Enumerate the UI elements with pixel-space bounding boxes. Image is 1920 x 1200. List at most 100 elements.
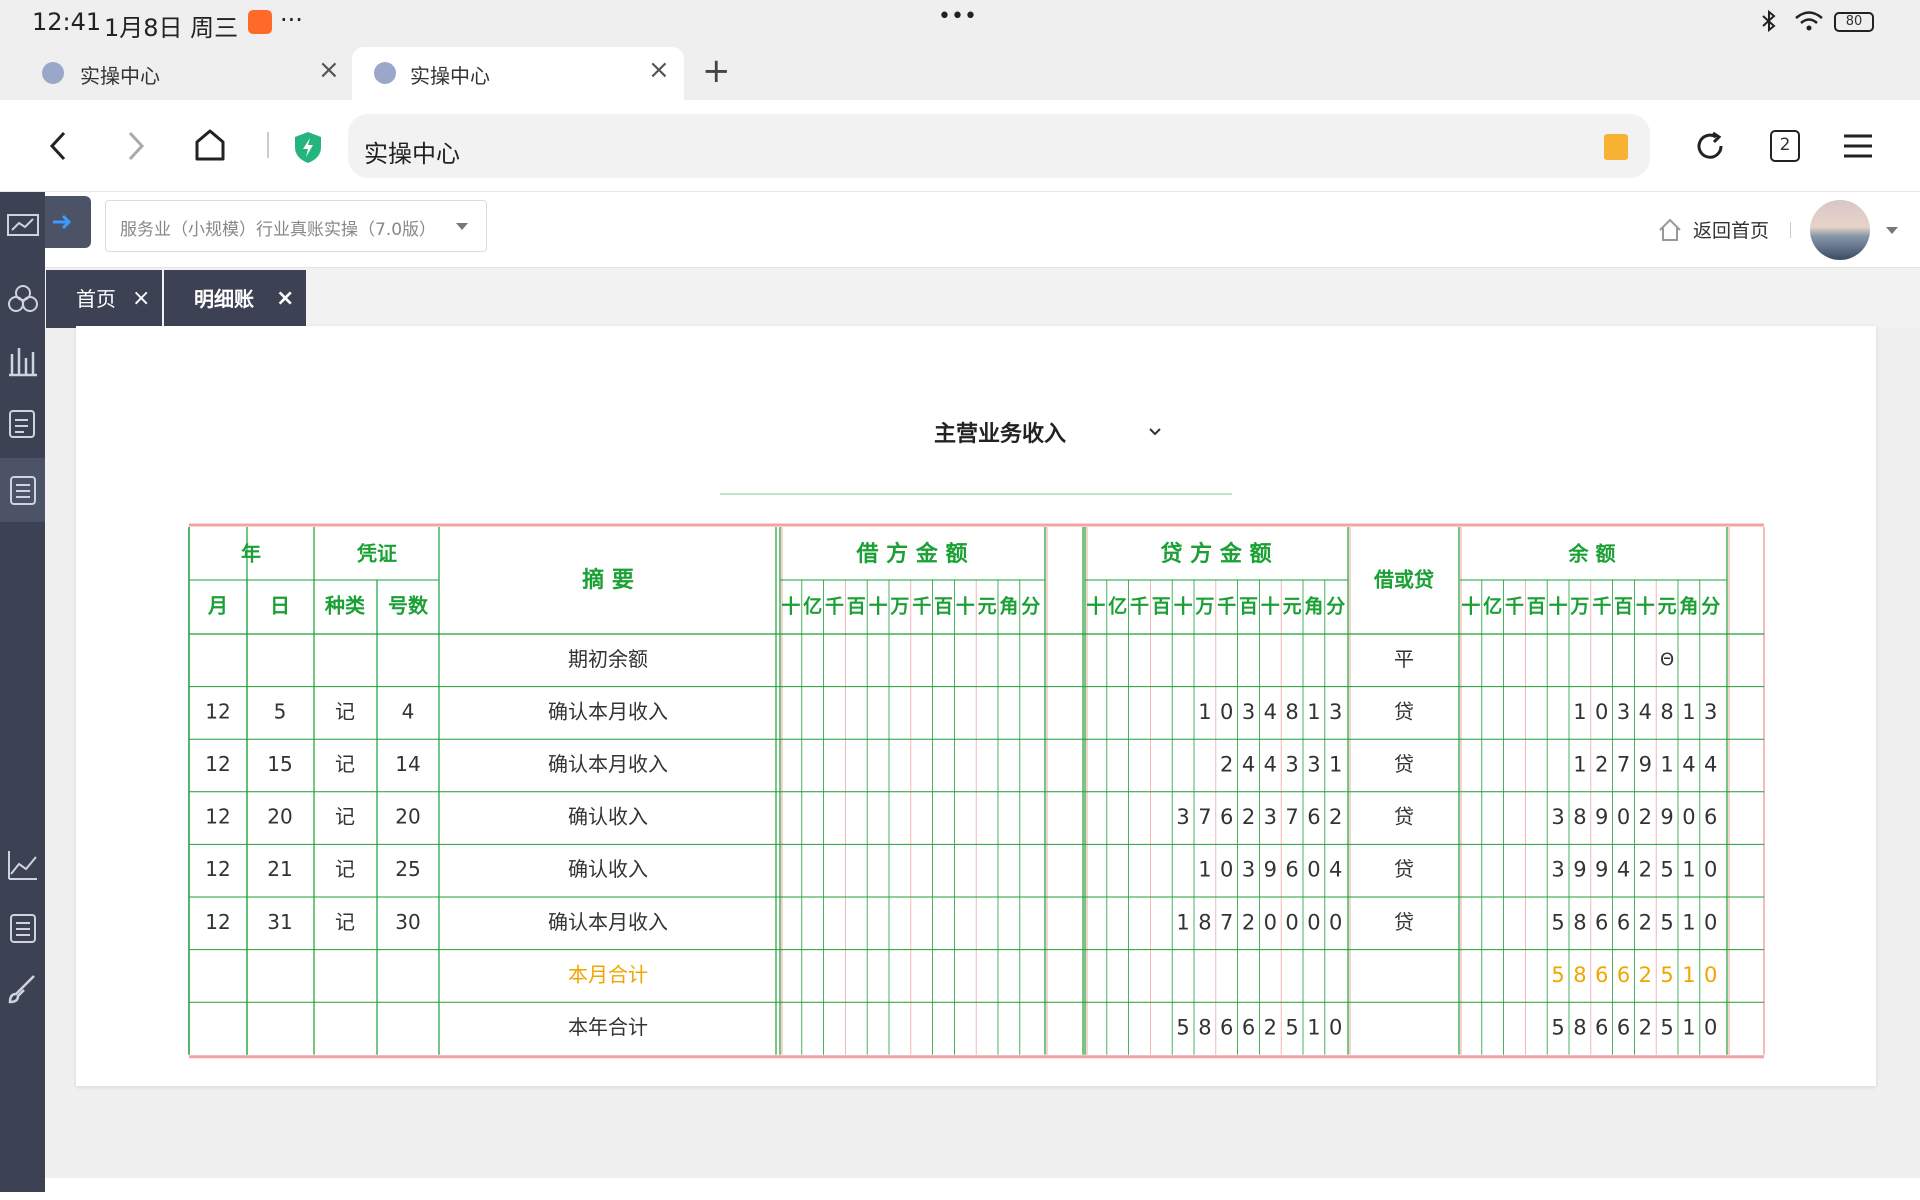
chevron-down-icon[interactable] [1886, 227, 1898, 234]
cell-type: 记 [335, 805, 355, 829]
close-icon[interactable]: × [648, 55, 670, 85]
refresh-icon[interactable] [1694, 130, 1726, 162]
cell-direction: 贷 [1394, 910, 1414, 934]
amount-digit: 7 [1285, 805, 1298, 829]
amount-digit: 4 [1329, 858, 1342, 882]
app-sidebar [0, 192, 45, 1192]
brush-icon[interactable] [6, 972, 40, 1006]
amount-digit: 5 [1660, 1016, 1673, 1040]
collapse-sidebar-icon[interactable] [45, 196, 91, 248]
amount-digit: 7 [1220, 910, 1233, 934]
tab-home[interactable]: 首页 × [46, 270, 162, 328]
forward-icon[interactable] [126, 130, 146, 162]
new-tab-icon[interactable]: + [702, 51, 731, 91]
amount-digit: 5 [1660, 910, 1673, 934]
sidebar-item-active[interactable] [0, 458, 45, 522]
home-link[interactable]: 返回首页 [1693, 216, 1769, 243]
digit-header: 十 [1549, 595, 1568, 618]
amount-digit: 6 [1617, 910, 1630, 934]
circles-icon[interactable] [6, 282, 40, 316]
header-voucher: 凭证 [356, 542, 397, 566]
chevron-down-icon[interactable] [1148, 424, 1162, 438]
cell-day: 5 [274, 699, 287, 723]
amount-digit: 0 [1220, 858, 1233, 882]
back-icon[interactable] [48, 130, 68, 162]
cell-num: 14 [395, 752, 420, 776]
amount-digit: 3 [1551, 858, 1564, 882]
amount-digit: Θ [1660, 649, 1674, 670]
amount-digit: 6 [1285, 858, 1298, 882]
amount-digit: 0 [1682, 805, 1695, 829]
amount-digit: 9 [1573, 858, 1586, 882]
amount-digit: 3 [1242, 700, 1255, 724]
amount-digit: 6 [1617, 1016, 1630, 1040]
address-bar[interactable]: 实操中心 [348, 114, 1650, 178]
close-icon[interactable]: × [132, 270, 150, 328]
digit-header: 十 [1086, 595, 1105, 618]
close-icon[interactable]: × [318, 55, 340, 85]
digit-header: 百 [1239, 596, 1258, 618]
amount-digit: 4 [1682, 753, 1695, 777]
amount-digit: 0 [1307, 858, 1320, 882]
amount-digit: 0 [1704, 1016, 1717, 1040]
digit-header: 元 [978, 596, 997, 618]
header-num: 号数 [388, 594, 429, 618]
amount-digit: 1 [1682, 1016, 1695, 1040]
window-menu-dots[interactable]: ••• [938, 4, 977, 29]
home-icon[interactable] [194, 128, 226, 162]
amount-digit: 1 [1682, 700, 1695, 724]
course-select[interactable]: 服务业（小规模）行业真账实操（7.0版） [105, 200, 487, 252]
digit-header: 千 [912, 596, 931, 618]
amount-digit: 1 [1307, 1016, 1320, 1040]
toolbar-divider [267, 132, 269, 158]
menu-icon[interactable] [1844, 134, 1872, 158]
avatar[interactable] [1810, 200, 1870, 260]
cell-month: 12 [205, 805, 230, 829]
account-title[interactable]: 主营业务收入 [900, 416, 1100, 448]
digit-header: 千 [825, 596, 844, 618]
status-bar: 12:41 1月8日 周三 ··· ••• 80 [0, 0, 1920, 45]
amount-digit: 2 [1639, 1016, 1652, 1040]
digit-header: 元 [1658, 596, 1677, 618]
amount-digit: 1 [1198, 858, 1211, 882]
presentation-icon[interactable] [6, 210, 40, 244]
home-outline-icon[interactable] [1658, 218, 1682, 242]
amount-digit: 1 [1660, 753, 1673, 777]
digit-header: 分 [1021, 596, 1040, 618]
browser-toolbar: 实操中心 2 [0, 100, 1920, 192]
browser-tab-active[interactable]: 实操中心 × [352, 47, 684, 100]
bar-chart-icon[interactable] [6, 344, 40, 378]
status-date: 1月8日 周三 [104, 14, 239, 42]
line-chart-icon[interactable] [6, 848, 40, 882]
header-year: 年 [241, 542, 261, 566]
amount-digit: 0 [1307, 910, 1320, 934]
amount-digit: 3 [1176, 805, 1189, 829]
amount-digit: 3 [1264, 805, 1277, 829]
amount-digit: 6 [1617, 963, 1630, 987]
cell-summary: 确认本月收入 [548, 752, 668, 776]
close-icon[interactable]: × [276, 270, 294, 328]
amount-digit: 5 [1551, 1016, 1564, 1040]
amount-digit: 9 [1595, 858, 1608, 882]
clipboard-list-icon[interactable] [6, 910, 40, 944]
status-more: ··· [280, 6, 303, 34]
cell-summary: 确认收入 [568, 805, 648, 829]
tab-count-button[interactable]: 2 [1770, 130, 1800, 162]
cell-month: 12 [205, 910, 230, 934]
tab-detail-ledger[interactable]: 明细账 × [164, 270, 306, 328]
app-header: 服务业（小规模）行业真账实操（7.0版） 返回首页 [45, 192, 1920, 268]
shield-icon[interactable] [292, 130, 324, 164]
amount-digit: 8 [1660, 700, 1673, 724]
digit-header: 十 [781, 595, 800, 618]
amount-digit: 8 [1198, 910, 1211, 934]
amount-digit: 0 [1617, 805, 1630, 829]
link-favicon-icon [42, 62, 64, 84]
cell-month: 12 [205, 699, 230, 723]
amount-digit: 5 [1660, 963, 1673, 987]
notes-icon[interactable] [6, 406, 40, 440]
amount-digit: 3 [1329, 700, 1342, 724]
amount-digit: 6 [1595, 910, 1608, 934]
browser-tab[interactable]: 实操中心 × [0, 45, 350, 100]
amount-digit: 2 [1639, 963, 1652, 987]
bookmark-icon[interactable] [1604, 134, 1628, 160]
